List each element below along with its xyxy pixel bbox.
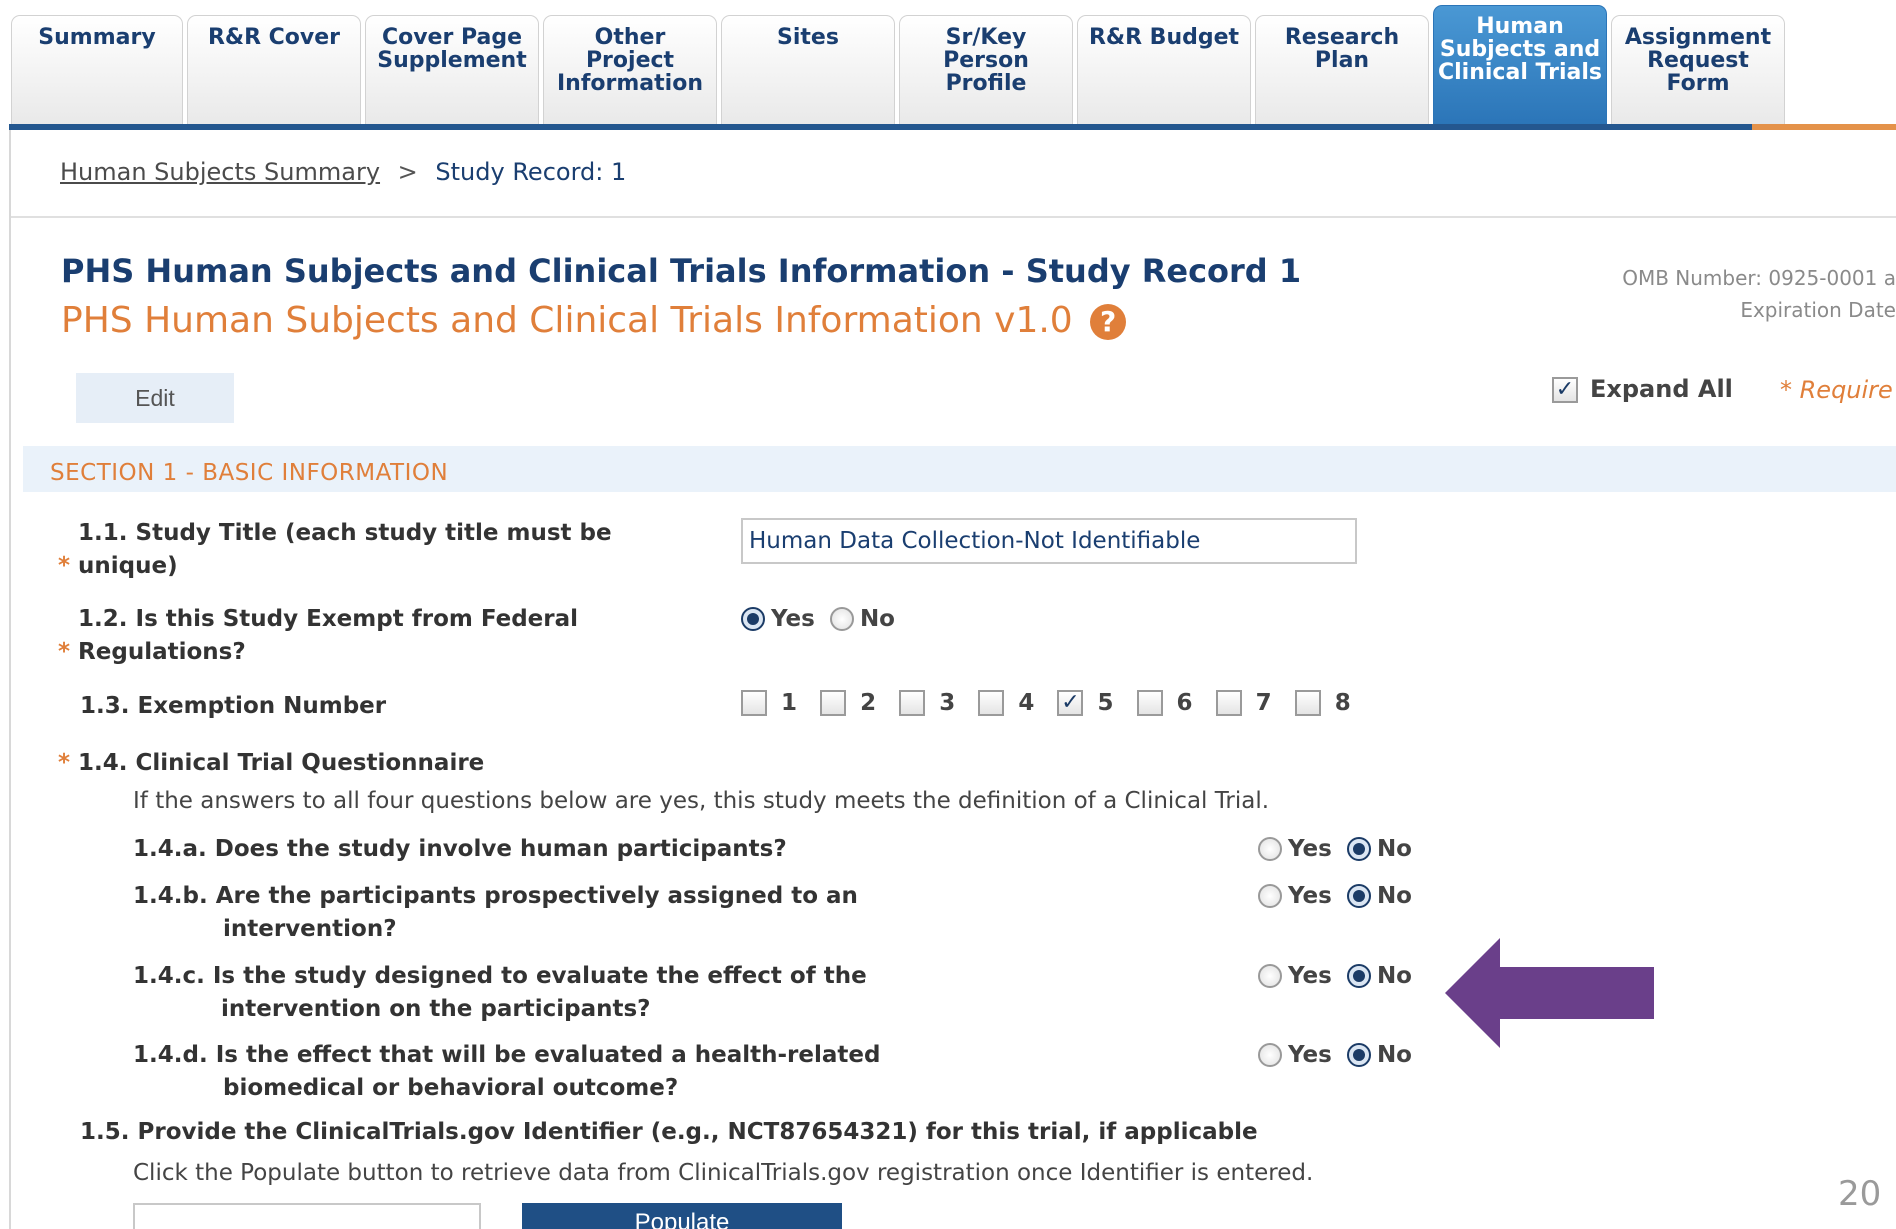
q-1-4-d-no-radio[interactable]: [1346, 1043, 1371, 1067]
tab-rr-budget[interactable]: R&R Budget: [1077, 15, 1251, 125]
q-1-4-c-no-radio[interactable]: [1346, 964, 1371, 988]
yes-label: Yes: [771, 606, 815, 632]
exemption-label: 3: [939, 690, 956, 716]
exempt-yes-radio[interactable]: [741, 607, 765, 631]
exemption-number-checkboxes: 1 2 3 4 ✓ 5 6 7 8: [741, 690, 1369, 716]
exemption-6-checkbox[interactable]: [1136, 690, 1163, 716]
exemption-label: 7: [1255, 690, 1272, 716]
tab-human-subjects-clinical-trials[interactable]: Human Subjects and Clinical Trials: [1433, 5, 1607, 125]
exempt-radio-group: Yes No: [741, 606, 905, 632]
clinical-trial-note: If the answers to all four questions bel…: [133, 788, 1270, 814]
no-label: No: [859, 606, 895, 632]
no-label: No: [1376, 836, 1412, 862]
expand-all-label: Expand All: [1590, 375, 1733, 403]
question-1-4-c-label: 1.4.c. Is the study designed to evaluate…: [133, 963, 867, 1022]
required-star: *: [58, 553, 71, 579]
section-title: SECTION 1 - BASIC INFORMATION: [50, 460, 449, 486]
exemption-label: 6: [1176, 690, 1193, 716]
yes-label: Yes: [1288, 883, 1332, 909]
q-1-4-c-radio-group: Yes No: [1258, 963, 1422, 989]
breadcrumb-current: Study Record: 1: [435, 158, 627, 186]
exemption-2-checkbox[interactable]: [820, 690, 847, 716]
populate-button[interactable]: Populate: [522, 1203, 842, 1229]
exemption-label: 4: [1018, 690, 1035, 716]
question-1-4-a-label: 1.4.a. Does the study involve human part…: [133, 836, 787, 862]
tab-bar: Summary R&R Cover Cover Page Supplement …: [9, 0, 1896, 128]
no-label: No: [1376, 1042, 1412, 1068]
expand-all-checkbox[interactable]: ✓: [1552, 377, 1578, 403]
exemption-4-checkbox[interactable]: [978, 690, 1005, 716]
exempt-no-radio[interactable]: [829, 607, 854, 631]
required-star: *: [58, 750, 71, 776]
question-1-4-b-label: 1.4.b. Are the participants prospectivel…: [133, 883, 858, 942]
question-1-3-label: 1.3. Exemption Number: [80, 693, 387, 719]
expiration-date: Expiration Date: [1740, 298, 1896, 322]
question-1-4-d-label: 1.4.d. Is the effect that will be evalua…: [133, 1042, 881, 1101]
exemption-1-checkbox[interactable]: [741, 690, 767, 716]
required-star: *: [58, 639, 71, 665]
q-1-4-b-radio-group: Yes No: [1258, 883, 1422, 909]
help-icon[interactable]: ?: [1090, 304, 1127, 340]
yes-label: Yes: [1288, 1042, 1332, 1068]
tab-research-plan[interactable]: Research Plan: [1255, 15, 1429, 125]
question-1-5-label: 1.5. Provide the ClinicalTrials.gov Iden…: [80, 1119, 1258, 1145]
q-1-4-b-no-radio[interactable]: [1346, 884, 1371, 908]
tab-summary[interactable]: Summary: [11, 15, 183, 125]
breadcrumb-separator: >: [397, 158, 418, 186]
tab-cover-page-supplement[interactable]: Cover Page Supplement: [365, 15, 539, 125]
exemption-label: 5: [1097, 690, 1114, 716]
exemption-label: 1: [781, 690, 798, 716]
study-title-input[interactable]: [741, 518, 1357, 564]
omb-number: OMB Number: 0925-0001 a: [1622, 266, 1896, 290]
q-1-4-b-yes-radio[interactable]: [1258, 884, 1282, 908]
exemption-8-checkbox[interactable]: [1294, 690, 1321, 716]
breadcrumb-link-human-subjects-summary[interactable]: Human Subjects Summary: [60, 158, 380, 186]
exemption-3-checkbox[interactable]: [899, 690, 926, 716]
tab-rr-cover[interactable]: R&R Cover: [187, 15, 361, 125]
tab-sites[interactable]: Sites: [721, 15, 895, 125]
slide-page-number: 20: [1838, 1174, 1882, 1214]
yes-label: Yes: [1288, 963, 1332, 989]
populate-note: Click the Populate button to retrieve da…: [133, 1160, 1314, 1186]
clinicaltrials-identifier-input[interactable]: [133, 1203, 481, 1229]
question-1-4-label: * 1.4. Clinical Trial Questionnaire: [58, 747, 484, 780]
tab-sr-key-person-profile[interactable]: Sr/Key Person Profile: [899, 15, 1073, 125]
q-1-4-d-yes-radio[interactable]: [1258, 1043, 1282, 1067]
content-frame-border: [9, 130, 11, 1229]
annotation-arrow-icon: [1445, 938, 1654, 1048]
q-1-4-c-yes-radio[interactable]: [1258, 964, 1282, 988]
edit-button[interactable]: Edit: [76, 373, 234, 423]
question-text: 1.2. Is this Study Exempt from Federal R…: [78, 606, 579, 665]
exemption-7-checkbox[interactable]: [1215, 690, 1242, 716]
exemption-5-checkbox[interactable]: ✓: [1057, 690, 1084, 716]
q-1-4-a-no-radio[interactable]: [1346, 837, 1371, 861]
breadcrumb: Human Subjects Summary > Study Record: 1: [60, 158, 626, 186]
exemption-label: 8: [1334, 690, 1351, 716]
no-label: No: [1376, 963, 1412, 989]
q-1-4-a-radio-group: Yes No: [1258, 836, 1422, 862]
tab-assignment-request-form[interactable]: Assignment Request Form: [1611, 15, 1785, 125]
form-version-title: PHS Human Subjects and Clinical Trials I…: [61, 300, 1127, 341]
question-1-1-label: * 1.1. Study Title (each study title mus…: [58, 517, 658, 583]
q-1-4-a-yes-radio[interactable]: [1258, 837, 1282, 861]
tab-other-project-information[interactable]: Other Project Information: [543, 15, 717, 125]
no-label: No: [1376, 883, 1412, 909]
question-text: 1.4. Clinical Trial Questionnaire: [78, 750, 485, 776]
omb-info: OMB Number: 0925-0001 a Expiration Date: [1622, 262, 1896, 326]
required-note: * Require: [1780, 376, 1893, 404]
form-version-text: PHS Human Subjects and Clinical Trials I…: [61, 300, 1073, 341]
q-1-4-d-radio-group: Yes No: [1258, 1042, 1422, 1068]
question-text: 1.1. Study Title (each study title must …: [78, 520, 612, 579]
page-title: PHS Human Subjects and Clinical Trials I…: [61, 252, 1302, 290]
question-1-2-label: * 1.2. Is this Study Exempt from Federal…: [58, 603, 658, 669]
yes-label: Yes: [1288, 836, 1332, 862]
expand-all-control[interactable]: ✓ Expand All: [1552, 375, 1733, 403]
exemption-label: 2: [860, 690, 877, 716]
